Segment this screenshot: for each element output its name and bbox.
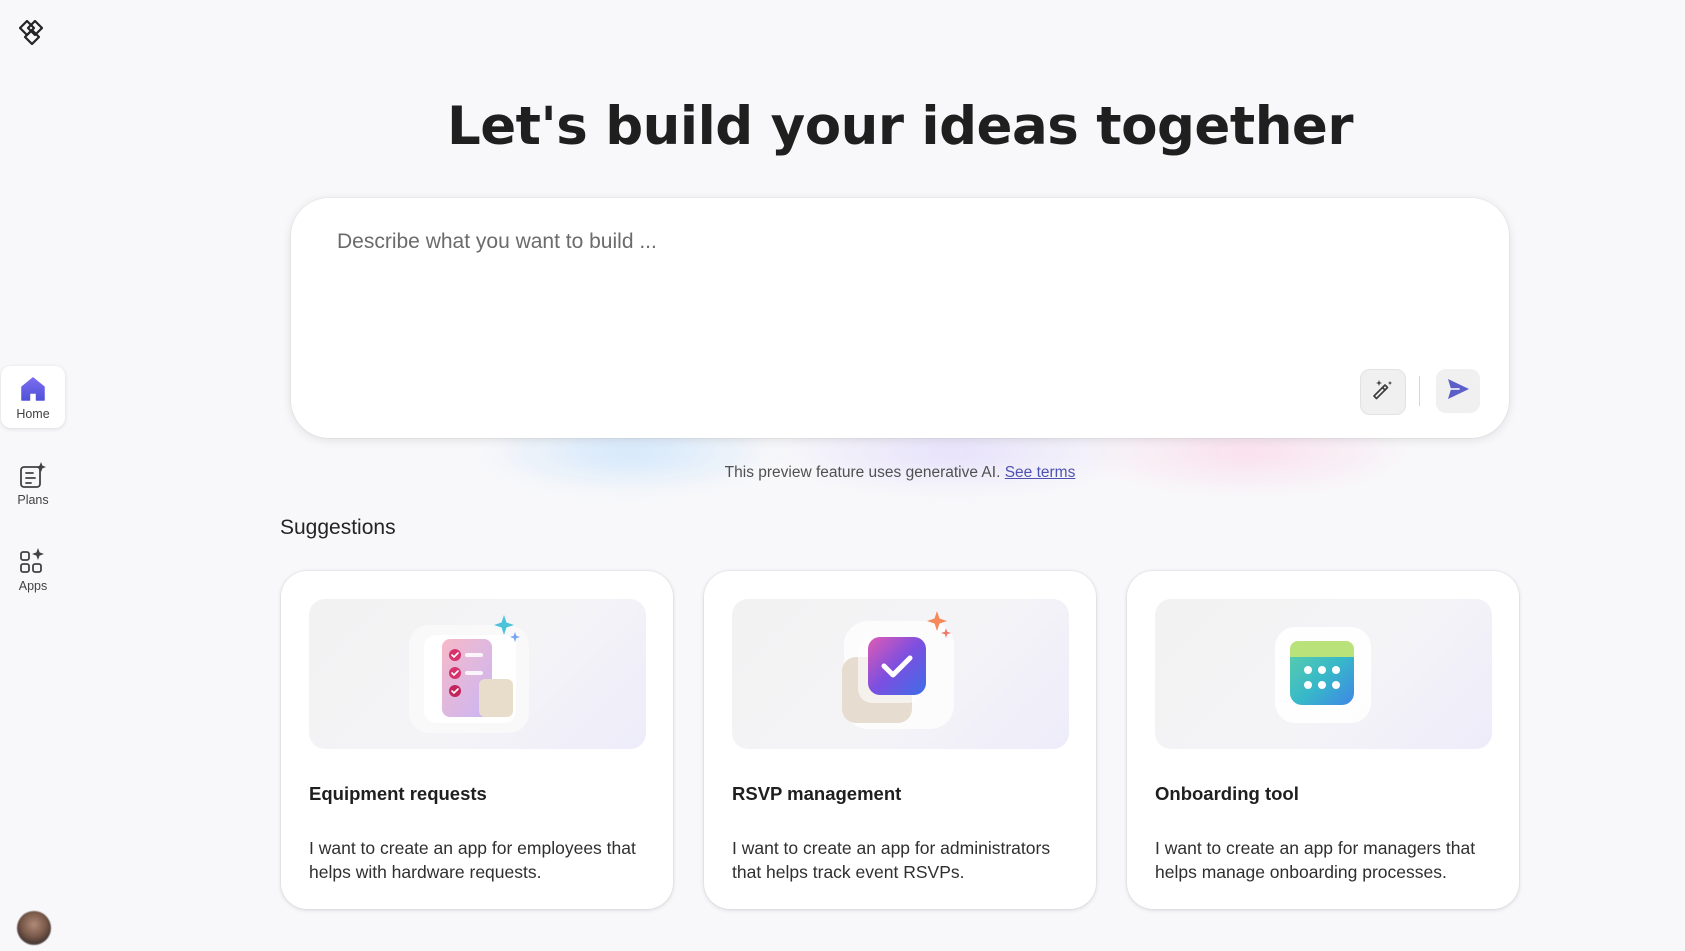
suggestion-card-equipment-requests[interactable]: Equipment requests I want to create an a…: [281, 571, 673, 909]
home-icon: [18, 374, 48, 404]
apps-icon: [18, 546, 48, 576]
suggestion-title: Equipment requests: [309, 783, 487, 804]
checklist-illustration: [309, 599, 646, 749]
calendar-illustration: [1155, 599, 1492, 749]
send-button[interactable]: [1436, 369, 1480, 413]
nav-label-home: Home: [16, 406, 50, 421]
suggestion-card-onboarding-tool[interactable]: Onboarding tool I want to create an app …: [1127, 571, 1519, 909]
ai-disclaimer: This preview feature uses generative AI.…: [290, 464, 1510, 482]
suggestion-title: Onboarding tool: [1155, 783, 1299, 804]
magic-wand-icon: [1371, 378, 1395, 407]
toolbar-divider: [1419, 376, 1420, 406]
nav-label-apps: Apps: [18, 578, 48, 593]
suggestions-list: Equipment requests I want to create an a…: [281, 571, 1521, 911]
suggestion-description: I want to create an app for managers tha…: [1155, 838, 1476, 882]
prompt-input[interactable]: [335, 228, 1459, 382]
nav-item-home[interactable]: Home: [1, 366, 65, 428]
nav-item-plans[interactable]: Plans: [1, 452, 65, 514]
page-title: Let's build your ideas together: [446, 96, 1354, 157]
suggestion-title: RSVP management: [732, 783, 902, 804]
send-icon: [1445, 376, 1471, 407]
disclaimer-text: This preview feature uses generative AI.: [724, 464, 1001, 481]
nav-item-apps[interactable]: Apps: [1, 538, 65, 600]
prompt-box: [291, 198, 1509, 438]
enhance-prompt-button[interactable]: [1360, 369, 1406, 415]
app-root: Home Plans Apps Let's build your ideas t…: [0, 0, 1685, 951]
suggestion-description: I want to create an app for employees th…: [309, 838, 636, 882]
left-rail: Home Plans Apps: [0, 0, 66, 951]
checkmark-illustration: [732, 599, 1069, 749]
suggestions-heading: Suggestions: [280, 516, 396, 539]
suggestion-description: I want to create an app for administrato…: [732, 838, 1051, 882]
nav-label-plans: Plans: [17, 492, 49, 507]
plans-icon: [18, 460, 48, 490]
user-avatar[interactable]: [17, 911, 51, 945]
see-terms-link[interactable]: See terms: [1005, 464, 1076, 481]
suggestion-card-rsvp-management[interactable]: RSVP management I want to create an app …: [704, 571, 1096, 909]
power-apps-logo-icon[interactable]: [15, 14, 49, 48]
